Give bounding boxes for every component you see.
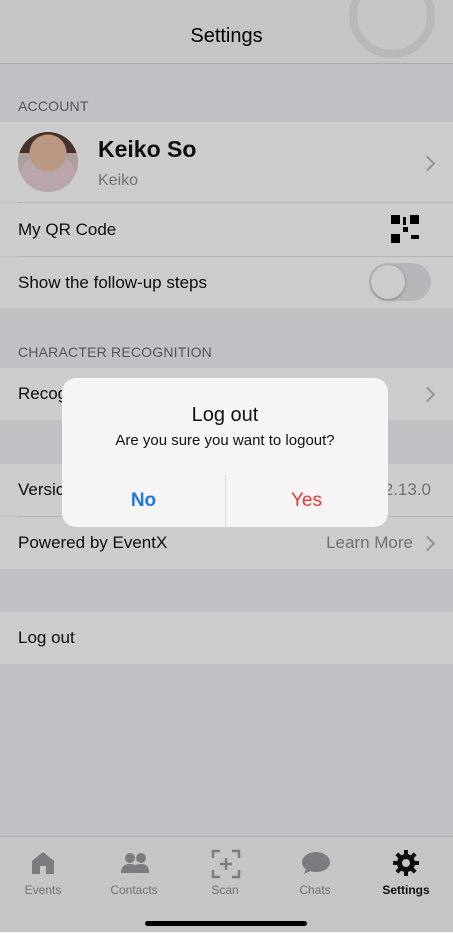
no-button[interactable]: No [62, 475, 225, 527]
yes-button[interactable]: Yes [225, 475, 388, 527]
dialog-message: Are you sure you want to logout? [115, 432, 335, 449]
dialog-title: Log out [191, 404, 259, 426]
settings-screen: Settings ACCOUNT Keiko So Keiko My QR Co… [0, 0, 453, 933]
logout-dialog: Log out Are you sure you want to logout?… [62, 378, 388, 527]
